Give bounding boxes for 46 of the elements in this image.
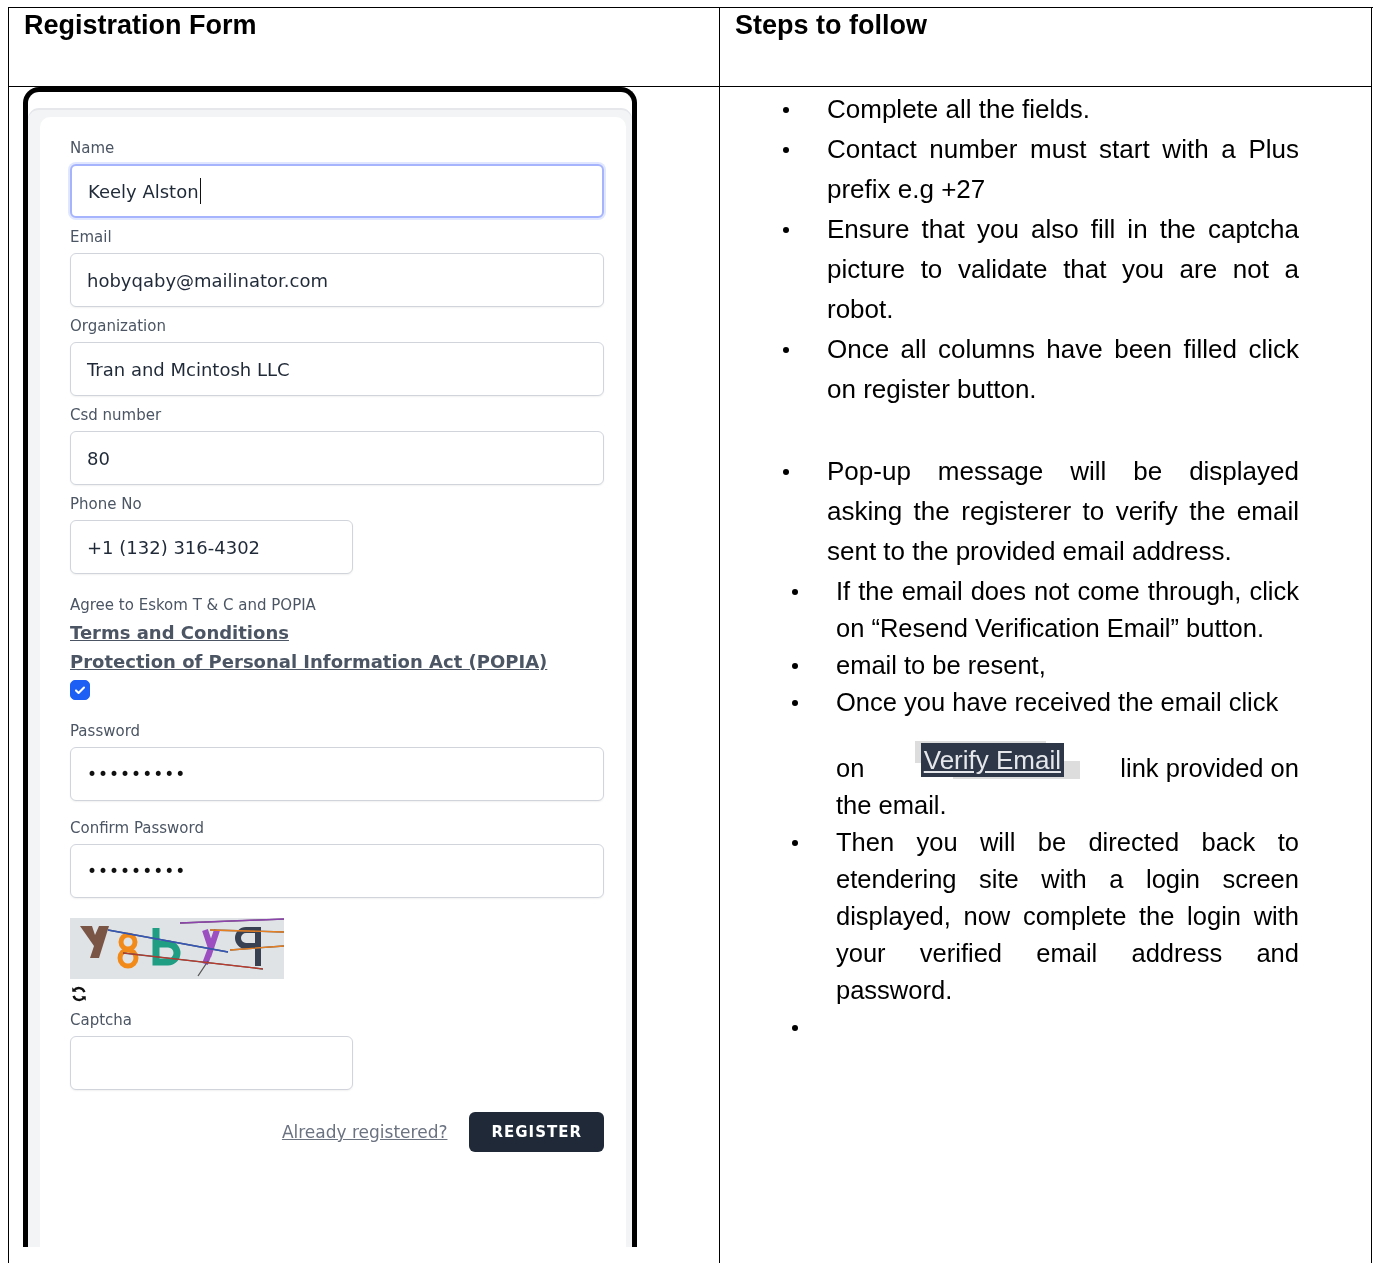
step-text: on (836, 753, 865, 784)
step-text: Once you have received the email click (836, 687, 1280, 718)
step-text: the email. (836, 790, 948, 821)
column-heading: Steps to follow (735, 10, 927, 40)
bullet-icon (792, 1025, 798, 1031)
step-text: Contact number must start with a Plus prefix e.g +27 (827, 133, 1299, 206)
input-field[interactable]: Tran and Mcintosh LLC (70, 342, 604, 396)
step-text: email to be resent, (836, 650, 1047, 681)
column-heading: Registration Form (24, 10, 257, 40)
field-label: Name (70, 139, 115, 157)
field-label: Csd number (70, 406, 162, 424)
input-field[interactable]: +1 (132) 316-4302 (70, 520, 353, 574)
field-label: Email (70, 228, 112, 246)
step-text: Pop-up message will be displayed asking the registerer to verify the email sent to the provided email address. (827, 455, 1299, 568)
bullet-icon (783, 469, 789, 475)
bullet-icon (783, 147, 789, 153)
bullet-icon (783, 107, 789, 113)
field-label: Organization (70, 317, 166, 335)
step-text: Then you will be directed back to etendering site with a login screen displayed, now complete the login with your verified email address and password. (836, 827, 1299, 1006)
password-field[interactable]: ••••••••• (70, 844, 604, 898)
password-field[interactable]: ••••••••• (70, 747, 604, 801)
bullet-icon (792, 663, 798, 669)
bullet-icon (792, 700, 798, 706)
field-label: Password (70, 722, 141, 740)
bullet-icon (783, 227, 789, 233)
field-label: Captcha (70, 1011, 132, 1029)
input-field[interactable]: hobyqaby@mailinator.com (70, 253, 604, 307)
login-link[interactable]: Already registered? (281, 1122, 448, 1142)
document-link[interactable]: Protection of Personal Information Act (POPIA) (70, 651, 548, 672)
input-field[interactable]: Keely Alston (70, 164, 604, 218)
bullet-icon (792, 840, 798, 846)
bullet-icon (792, 589, 798, 595)
document-link[interactable]: Terms and Conditions (70, 622, 289, 643)
step-text: Ensure that you also fill in the captcha picture to validate that you are not a robot. (827, 213, 1299, 326)
step-text: Once all columns have been filled click on register button. (827, 333, 1299, 406)
register-button[interactable]: REGISTER (469, 1112, 604, 1152)
step-text: link provided on (1120, 753, 1299, 784)
step-text: Complete all the fields. (827, 93, 1092, 126)
agreement-label: Agree to Eskom T & C and POPIA (70, 596, 316, 614)
captcha-field[interactable] (70, 1036, 353, 1090)
step-text: If the email does not come through, click on “Resend Verification Email” button. (836, 576, 1299, 644)
refresh-icon[interactable] (70, 985, 88, 1003)
input-field[interactable]: 80 (70, 431, 604, 485)
field-label: Confirm Password (70, 819, 204, 837)
bullet-icon (783, 347, 789, 353)
field-label: Phone No (70, 495, 142, 513)
